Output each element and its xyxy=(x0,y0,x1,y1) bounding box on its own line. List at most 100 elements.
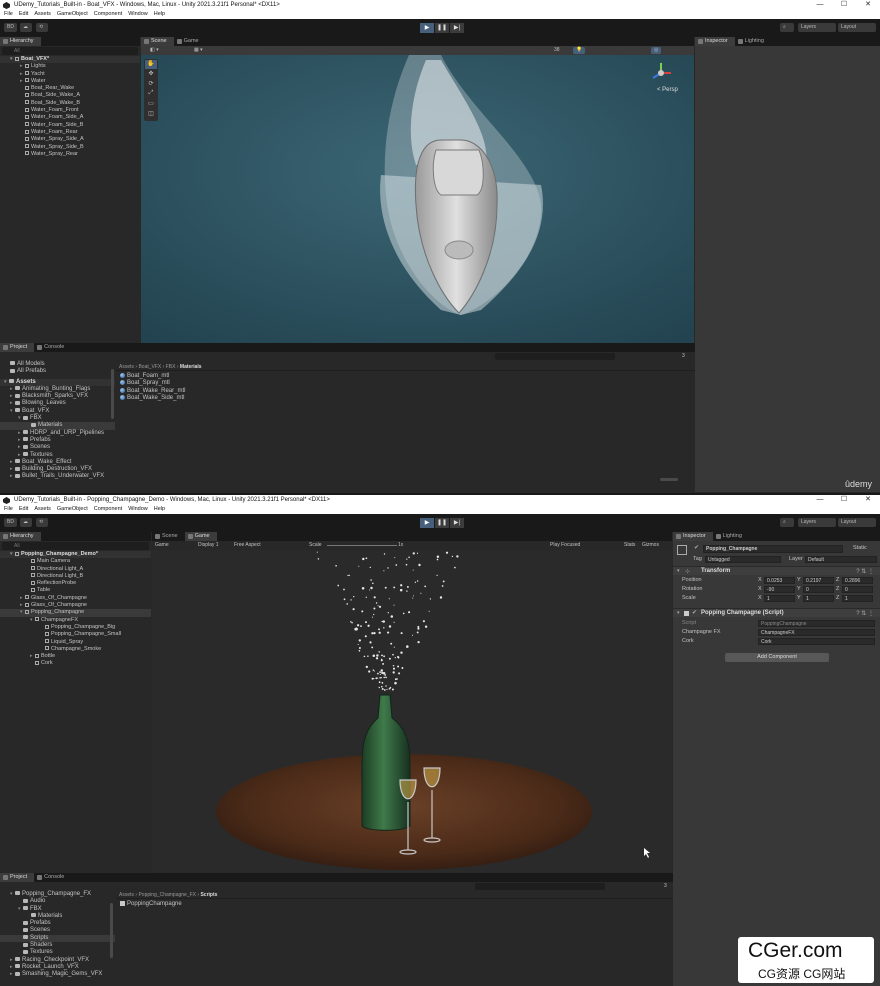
hierarchy-item[interactable]: Table xyxy=(0,587,151,594)
play-focused-dropdown[interactable]: Play Focused xyxy=(550,541,580,550)
play-button[interactable]: ▶ xyxy=(420,23,434,33)
position-x-field[interactable]: 0.0253 xyxy=(764,577,795,584)
cloud-icon[interactable]: ☁ xyxy=(20,518,32,527)
menu-component[interactable]: Component xyxy=(94,505,122,514)
axis-x-label[interactable]: X xyxy=(758,586,762,592)
folder-item[interactable]: Scenes xyxy=(0,927,115,934)
crumb-scripts[interactable]: Scripts xyxy=(200,892,217,898)
step-button[interactable]: ▶| xyxy=(450,23,464,33)
tab-game[interactable]: Game xyxy=(184,532,217,541)
menu-gameobject[interactable]: GameObject xyxy=(57,10,88,19)
position-z-field[interactable]: 0.2896 xyxy=(842,577,873,584)
asset-file[interactable]: Boat_Wake_Rear_mtl xyxy=(118,387,185,395)
scale-y-field[interactable]: 1 xyxy=(803,595,834,602)
folder-item[interactable]: ▸ Racing_Checkpoint_VFX xyxy=(0,957,115,964)
menu-gameobject[interactable]: GameObject xyxy=(57,505,88,514)
hierarchy-item[interactable]: ▸ Glass_Of_Champagne xyxy=(0,595,151,602)
crumb-materials[interactable]: Materials xyxy=(180,364,202,370)
menu-window[interactable]: Window xyxy=(128,505,148,514)
rotation-x-field[interactable]: -90 xyxy=(764,586,795,593)
tab-inspector[interactable]: Inspector xyxy=(673,532,713,541)
tab-lighting[interactable]: Lighting xyxy=(713,532,749,541)
foldout-arrow-icon[interactable]: ▾ xyxy=(677,610,680,616)
cloud-icon[interactable]: ☁ xyxy=(20,23,32,32)
grid-button[interactable]: ▦ ▾ xyxy=(191,47,206,54)
gizmos-toggle-icon[interactable]: ◎ xyxy=(651,47,662,54)
axis-x-label[interactable]: X xyxy=(758,595,762,601)
hierarchy-item[interactable]: Boat_Side_Wake_A xyxy=(0,92,140,99)
cork-field[interactable]: Cork xyxy=(758,638,875,645)
scale-z-field[interactable]: 1 xyxy=(842,595,873,602)
tab-scene[interactable]: Scene xyxy=(141,37,174,46)
asset-file[interactable]: Boat_Foam_mtl xyxy=(118,373,185,380)
folder-item[interactable]: ▸ Blowing_Leaves xyxy=(0,400,115,407)
hierarchy-item[interactable]: Boat_Rear_Wake xyxy=(0,85,140,92)
crumb-assets[interactable]: Assets xyxy=(119,892,134,898)
axis-z-label[interactable]: Z xyxy=(836,595,839,601)
menu-file[interactable]: File xyxy=(4,505,13,514)
folder-item[interactable]: ▾ Popping_Champagne_FX xyxy=(0,891,115,898)
folder-item[interactable]: ▸ Smashing_Magic_Gems_VFX xyxy=(0,971,115,978)
folder-item[interactable]: Prefabs xyxy=(0,920,115,927)
folder-item[interactable]: ▸ Textures xyxy=(0,452,115,459)
static-checkbox[interactable]: Static xyxy=(853,545,867,551)
scale-tool-icon[interactable]: ⤢ xyxy=(145,90,157,99)
asset-file[interactable]: Boat_Wake_Side_mtl xyxy=(118,394,185,402)
tree-scrollbar[interactable] xyxy=(111,369,114,419)
hierarchy-item[interactable]: Cork xyxy=(0,660,151,667)
transform-tool-icon[interactable]: ◫ xyxy=(145,110,157,119)
folder-item[interactable]: ▸ Scenes xyxy=(0,444,115,451)
tab-scene[interactable]: Scene xyxy=(152,532,185,541)
game-viewport[interactable] xyxy=(152,550,672,873)
tab-hierarchy[interactable]: Hierarchy xyxy=(0,37,41,46)
champagne-fx-field[interactable]: ChampagneFX xyxy=(758,629,875,636)
crumb-assets[interactable]: Assets xyxy=(119,364,134,370)
maximize-button[interactable]: ☐ xyxy=(832,0,856,10)
folder-item[interactable]: Textures xyxy=(0,949,115,956)
account-button[interactable]: BD xyxy=(4,518,17,527)
project-search[interactable] xyxy=(475,883,605,890)
folder-item[interactable]: Shaders xyxy=(0,942,115,949)
crumb-popping-champagne-fx[interactable]: Popping_Champagne_FX xyxy=(138,892,196,898)
game-mode-dropdown[interactable]: Game xyxy=(155,541,169,550)
transform-header[interactable]: ▾ ⊹ Transform ? ⇅ ⋮ xyxy=(673,566,880,575)
search-icon[interactable]: ⌕ xyxy=(780,518,794,527)
component-menu-icon[interactable]: ? ⇅ ⋮ xyxy=(856,568,874,575)
hierarchy-item[interactable]: Liquid_Spray xyxy=(0,639,151,646)
tab-project[interactable]: Project xyxy=(0,873,35,882)
folder-item[interactable]: ▾ FBX xyxy=(0,415,115,422)
hierarchy-item[interactable]: ▸ Bottle xyxy=(0,653,151,660)
rotation-z-field[interactable]: 0 xyxy=(842,586,873,593)
enabled-checkbox[interactable]: ✔ xyxy=(692,609,697,616)
hierarchy-item[interactable]: ▸ Water xyxy=(0,78,140,85)
layout-dropdown[interactable]: Layout xyxy=(838,23,876,32)
tab-console[interactable]: Console xyxy=(34,343,71,352)
hierarchy-item[interactable]: Champagne_Smoke xyxy=(0,646,151,653)
folder-item[interactable]: Audio xyxy=(0,898,115,905)
folder-item[interactable]: ▸ Rocket_Launch_VFX xyxy=(0,964,115,971)
hierarchy-item[interactable]: ▾ Popping_Champagne xyxy=(0,609,151,617)
folder-item[interactable]: ▸ Prefabs xyxy=(0,437,115,444)
pause-button[interactable]: ❚❚ xyxy=(435,23,449,33)
move-tool-icon[interactable]: ✥ xyxy=(145,70,157,79)
hierarchy-search[interactable]: All xyxy=(2,542,149,550)
persp-label[interactable]: < Persp xyxy=(657,87,679,93)
folder-item[interactable]: Scripts xyxy=(0,934,115,943)
hierarchy-item[interactable]: ▸ Yacht xyxy=(0,71,140,78)
add-component-button[interactable]: Add Component xyxy=(725,653,829,662)
stats-button[interactable]: Stats xyxy=(624,541,635,550)
rotate-tool-icon[interactable]: ⟳ xyxy=(145,80,157,89)
menu-edit[interactable]: Edit xyxy=(19,505,28,514)
folder-item[interactable]: ▾ FBX xyxy=(0,906,115,913)
tag-dropdown[interactable]: Untagged xyxy=(705,556,781,563)
step-button[interactable]: ▶| xyxy=(450,518,464,528)
asset-file[interactable]: Boat_Spray_mtl xyxy=(118,380,185,387)
hierarchy-item[interactable]: ▸ Glass_Of_Champagne xyxy=(0,602,151,609)
layers-dropdown[interactable]: Layers xyxy=(798,23,836,32)
hierarchy-item[interactable]: Directional Light_A xyxy=(0,566,151,573)
play-button[interactable]: ▶ xyxy=(420,518,434,528)
hierarchy-item[interactable]: Popping_Champagne_Big xyxy=(0,624,151,631)
hierarchy-item[interactable]: Main Camera xyxy=(0,558,151,565)
tab-game[interactable]: Game xyxy=(174,37,206,46)
axis-y-label[interactable]: Y xyxy=(797,595,801,601)
